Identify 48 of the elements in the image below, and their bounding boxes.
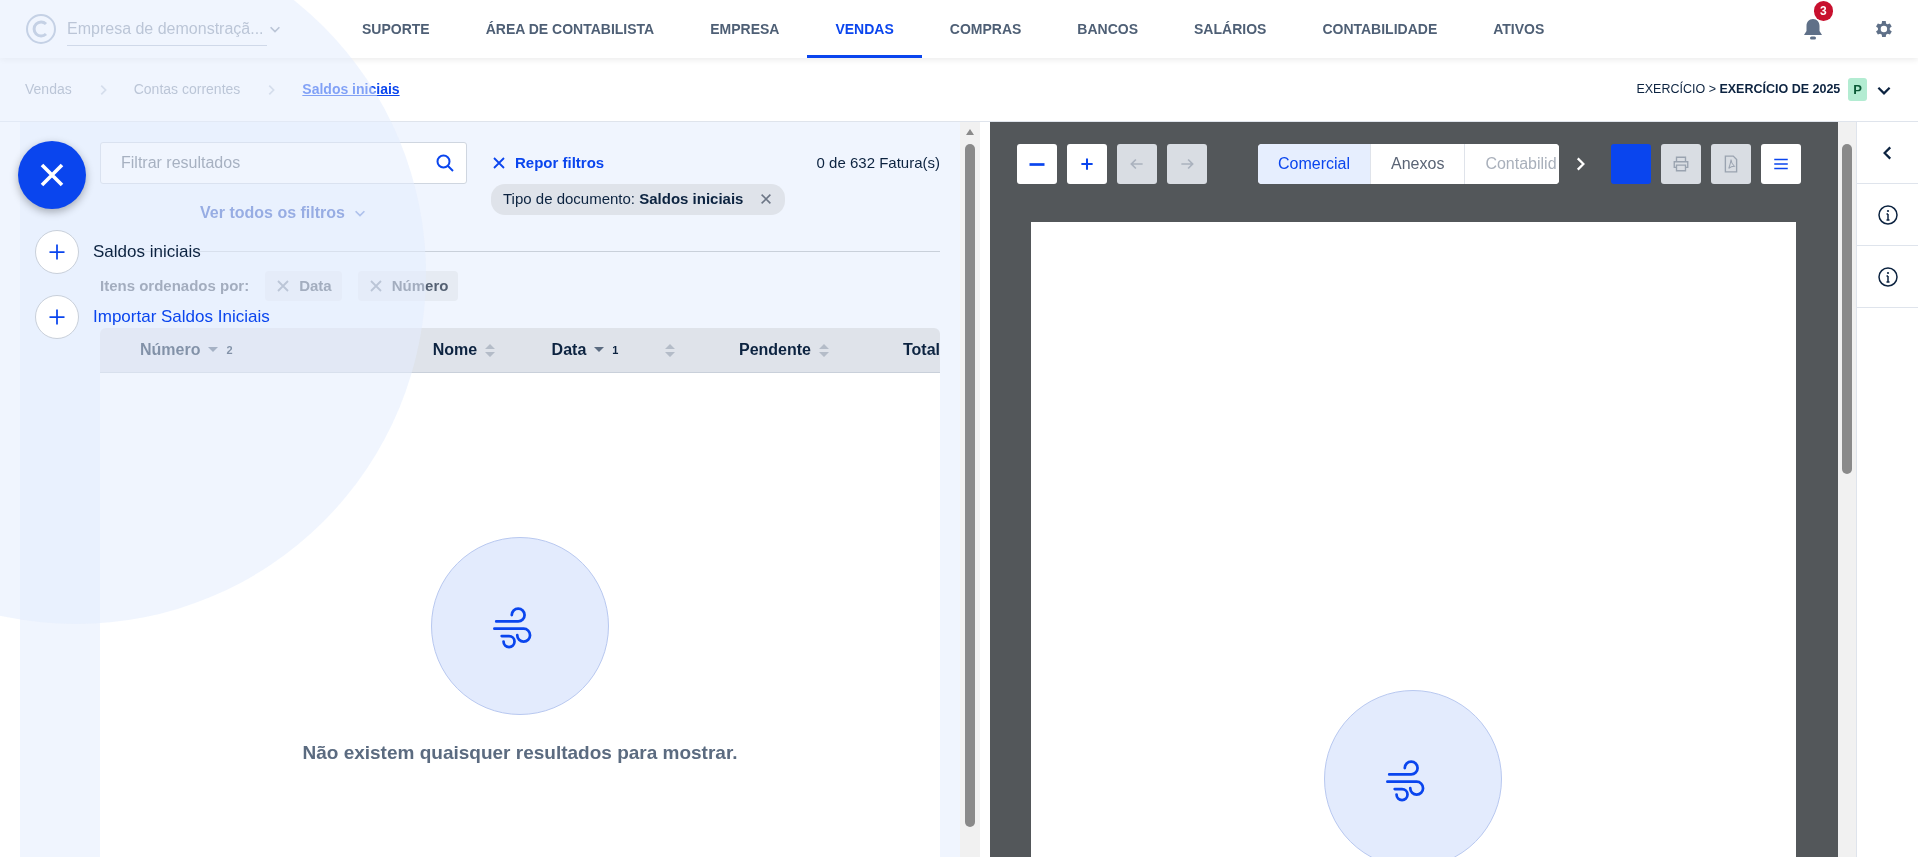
nav-tab[interactable]: SALÁRIOS	[1166, 0, 1295, 58]
minus-icon	[1029, 162, 1045, 166]
search-icon[interactable]	[435, 153, 455, 173]
column-header[interactable]: Nome	[432, 338, 478, 362]
scrollbar-thumb[interactable]	[1842, 144, 1852, 474]
info-icon	[1876, 203, 1899, 226]
reset-filters-link[interactable]: Repor filtros	[491, 151, 605, 175]
result-count: 0 de 632 Fatura(s)	[816, 152, 940, 173]
sort-label: Itens ordenados por:	[100, 275, 250, 296]
empty-message: Não existem quaisquer resultados para mostrar.	[302, 741, 738, 765]
color-swatch-button[interactable]	[1610, 144, 1651, 184]
plus-icon	[47, 242, 67, 262]
remove-icon	[275, 278, 292, 294]
close-icon	[491, 155, 507, 171]
plus-icon	[1078, 155, 1096, 173]
sort-order: 1	[612, 342, 619, 358]
scroll-up-icon	[965, 128, 975, 136]
breadcrumb-current[interactable]: Saldos iniciais	[302, 79, 400, 100]
filter-chip: Tipo de documento: Saldos iniciais	[491, 184, 786, 215]
nav-tab[interactable]: VENDAS	[807, 0, 922, 58]
notification-count: 3	[1814, 1, 1833, 21]
status-badge: P	[1848, 77, 1867, 102]
menu-item[interactable]: Saldos iniciais	[35, 230, 201, 274]
column-header[interactable]: Pendente	[739, 338, 811, 362]
column-header[interactable]: Data	[551, 338, 587, 362]
toolbar-button[interactable]	[1017, 144, 1057, 184]
toolbar-button[interactable]	[1760, 144, 1801, 184]
toolbar-button[interactable]	[1067, 144, 1107, 184]
scrollbar-thumb[interactable]	[965, 144, 975, 827]
nav-tab[interactable]: CONTABILIDADE	[1294, 0, 1466, 58]
document-tab[interactable]: Comercial	[1258, 144, 1371, 184]
column-header: Total	[902, 340, 940, 360]
fiscal-year-label: EXERCÍCIO > EXERCÍCIO DE 2025	[1636, 80, 1841, 99]
nav-tab[interactable]: ATIVOS	[1465, 0, 1573, 58]
info-icon	[1876, 265, 1899, 288]
remove-icon[interactable]	[759, 192, 774, 207]
nav-tab[interactable]: COMPRAS	[921, 0, 1050, 58]
printer-icon	[1671, 155, 1690, 173]
nav-tab[interactable]: SUPORTE	[334, 0, 458, 58]
remove-icon	[367, 278, 384, 294]
search-field[interactable]: Filtrar resultados	[100, 142, 467, 184]
nav-tab[interactable]: ÁREA DE CONTABILISTA	[457, 0, 683, 58]
sort-order: 2	[226, 342, 233, 358]
bell-icon[interactable]	[1802, 17, 1824, 41]
logo-icon	[25, 13, 57, 45]
nav-tab[interactable]: EMPRESA	[682, 0, 808, 58]
nav-tab[interactable]: BANCOS	[1049, 0, 1167, 58]
plus-icon	[47, 307, 67, 327]
